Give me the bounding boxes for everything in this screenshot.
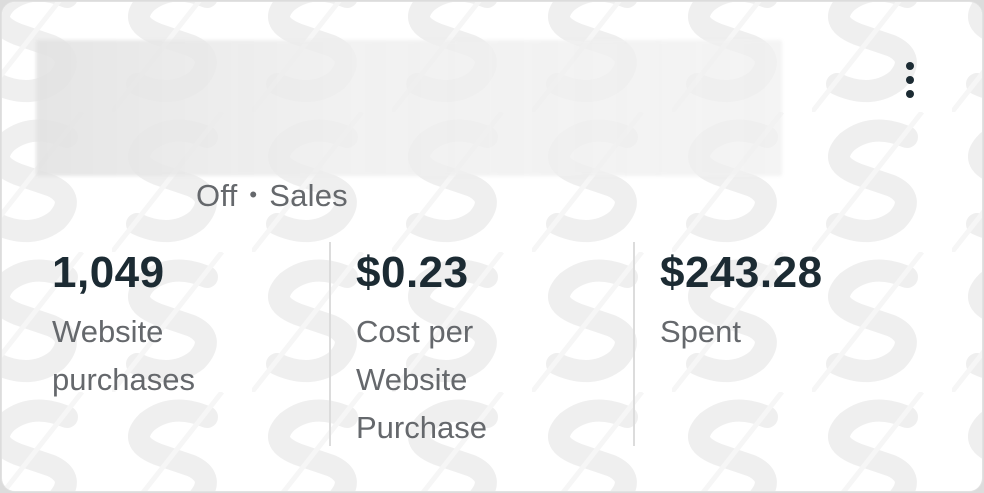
campaign-card: Off • Sales 1,049 Website purchases $0.2…: [1, 1, 983, 492]
redacted-campaign-name: [36, 40, 782, 176]
separator-dot: •: [249, 182, 258, 207]
metric-label: Spent: [660, 314, 742, 349]
metric-value: 1,049: [52, 248, 165, 297]
metrics-row: 1,049 Website purchases $0.23 Cost per W…: [2, 242, 942, 446]
metric-website-purchases: 1,049 Website purchases: [52, 242, 312, 446]
more-options-button[interactable]: [890, 54, 930, 106]
metric-value: $0.23: [356, 248, 469, 297]
metric-amount-spent: $243.28 Spent: [660, 242, 920, 446]
delivery-status: Off: [196, 178, 238, 213]
metric-label: Website purchases: [52, 314, 196, 397]
metric-label: Cost per Website Purchase: [356, 314, 487, 445]
metric-divider: [329, 242, 331, 446]
metric-divider: [633, 242, 635, 446]
campaign-subtitle: Off • Sales: [196, 174, 348, 218]
campaign-objective: Sales: [269, 178, 348, 213]
metric-value: $243.28: [660, 248, 823, 297]
metric-cost-per-purchase: $0.23 Cost per Website Purchase: [356, 242, 616, 446]
vertical-ellipsis-icon: [906, 62, 914, 98]
